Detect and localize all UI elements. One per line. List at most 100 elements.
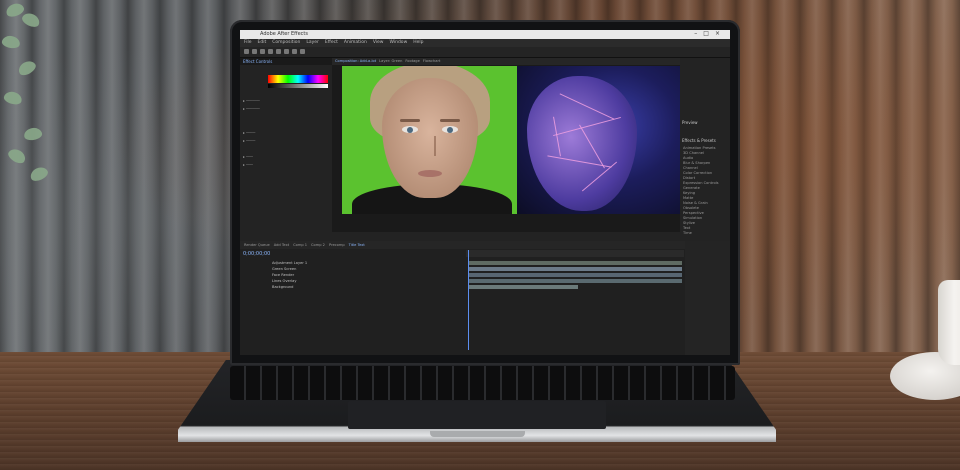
touchpad [348, 401, 606, 429]
playhead[interactable] [468, 250, 469, 350]
paragraph-panel [685, 241, 730, 355]
layer-track-bar[interactable] [468, 273, 682, 277]
leaf [2, 89, 24, 107]
keyboard [230, 366, 735, 400]
effect-category[interactable]: Simulation [683, 216, 702, 220]
selection-tool-icon[interactable] [244, 49, 249, 54]
effect-controls-header[interactable]: Effect Controls [240, 58, 332, 65]
menu-bar: File Edit Composition Layer Effect Anima… [240, 39, 730, 47]
leaf [6, 146, 28, 166]
layer-row[interactable]: Background [240, 285, 465, 290]
timeline-panel: Render Queue Add Text Comp 1 Comp 2 Prec… [240, 241, 730, 355]
window-title: Adobe After Effects [260, 31, 308, 37]
effect-category[interactable]: Animation Presets [683, 146, 716, 150]
menu-item-layer[interactable]: Layer [306, 39, 319, 47]
layer-track-bar[interactable] [468, 285, 578, 289]
effect-category[interactable]: Text [683, 226, 690, 230]
camera-tool-icon[interactable] [276, 49, 281, 54]
window-titlebar: Adobe After Effects –□× [240, 30, 730, 39]
effect-category[interactable]: Expression Controls [683, 181, 719, 185]
effect-category[interactable]: Generate [683, 186, 700, 190]
menu-item-help[interactable]: Help [413, 39, 423, 47]
viewer-tab[interactable]: Flowchart [423, 58, 441, 65]
menu-item-file[interactable]: File [244, 39, 252, 47]
menu-item-composition[interactable]: Composition [272, 39, 300, 47]
leaf [1, 34, 21, 50]
viewer-tab[interactable]: Composition: Add-a-lot [335, 58, 376, 65]
photo-scene: Adobe After Effects –□× File Edit Compos… [0, 0, 960, 470]
effect-category[interactable]: Keying [683, 191, 695, 195]
timeline-tab[interactable]: Comp 1 [293, 241, 307, 249]
param-row[interactable]: ▸ ─── [243, 162, 253, 167]
right-eye [442, 126, 458, 133]
param-row[interactable]: ▸ ──── [243, 138, 255, 143]
param-row[interactable]: ▸ ─── [243, 154, 253, 159]
param-row[interactable]: ▸ ────── [243, 106, 260, 111]
zoom-tool-icon[interactable] [260, 49, 265, 54]
layer-track-bar[interactable] [468, 261, 682, 265]
preview-header[interactable]: Preview [682, 120, 698, 125]
effect-category[interactable]: Audio [683, 156, 693, 160]
viewer-tabs: Composition: Add-a-lot Layer: Green Foot… [332, 58, 680, 65]
hand-tool-icon[interactable] [252, 49, 257, 54]
effect-category[interactable]: Perspective [683, 211, 704, 215]
effect-category[interactable]: Obsolete [683, 206, 699, 210]
left-brow [400, 119, 420, 122]
layer-row[interactable]: Lines Overlay [240, 279, 465, 284]
menu-item-animation[interactable]: Animation [344, 39, 367, 47]
leaf [20, 10, 42, 30]
menu-item-view[interactable]: View [373, 39, 384, 47]
param-row[interactable]: ▸ ──── [243, 130, 255, 135]
effects-presets-panel: Preview Effects & Presets Animation Pres… [680, 58, 730, 241]
hue-slider[interactable] [268, 75, 328, 83]
param-row[interactable]: ▸ ────── [243, 98, 260, 103]
effect-category[interactable]: Channel [683, 166, 698, 170]
menu-item-effect[interactable]: Effect [325, 39, 338, 47]
layer-row[interactable]: Face Render [240, 273, 465, 278]
effect-category[interactable]: Stylize [683, 221, 695, 225]
layer-name: Green Screen [272, 267, 297, 271]
rotate-tool-icon[interactable] [268, 49, 273, 54]
leaf [28, 164, 50, 184]
effect-category[interactable]: Matte [683, 196, 693, 200]
laptop-screen: Adobe After Effects –□× File Edit Compos… [240, 30, 730, 355]
brush-tool-icon[interactable] [300, 49, 305, 54]
neon-render-frame [517, 66, 680, 214]
leaf [23, 126, 43, 142]
laptop-lid: Adobe After Effects –□× File Edit Compos… [230, 20, 740, 365]
menu-item-window[interactable]: Window [390, 39, 408, 47]
layer-name: Face Render [272, 273, 295, 277]
effects-presets-header[interactable]: Effects & Presets [682, 138, 716, 143]
coffee-cup [938, 280, 960, 365]
timeline-tab[interactable]: Add Text [274, 241, 289, 249]
time-ruler[interactable] [466, 250, 684, 257]
effect-category[interactable]: Distort [683, 176, 695, 180]
timeline-tab[interactable]: Render Queue [244, 241, 270, 249]
effect-category[interactable]: Time [683, 231, 692, 235]
window-controls[interactable]: –□× [694, 30, 726, 37]
layer-track-bar[interactable] [468, 267, 682, 271]
text-tool-icon[interactable] [292, 49, 297, 54]
layer-row[interactable]: Green Screen [240, 267, 465, 272]
lips [418, 170, 442, 177]
effect-category[interactable]: Noise & Grain [683, 201, 708, 205]
effect-category[interactable]: Color Correction [683, 171, 712, 175]
timeline-tab[interactable]: Comp 2 [311, 241, 325, 249]
effect-category[interactable]: 3D Channel [683, 151, 704, 155]
luminance-slider[interactable] [268, 84, 328, 88]
layer-row[interactable]: Adjustment Layer 1 [240, 261, 465, 266]
effect-controls-panel: Effect Controls ▸ ────── ▸ ────── ▸ ────… [240, 58, 332, 241]
timeline-tab[interactable]: Precomp [329, 241, 345, 249]
viewer-tab[interactable]: Footage [405, 58, 419, 65]
left-eye [402, 126, 418, 133]
timecode-display[interactable]: 0;00;00;00 [243, 251, 270, 257]
laptop-notch [430, 431, 525, 437]
layer-track-bar[interactable] [468, 279, 682, 283]
effect-category[interactable]: Blur & Sharpen [683, 161, 710, 165]
viewer-tab[interactable]: Layer: Green [379, 58, 402, 65]
composition-viewer: Composition: Add-a-lot Layer: Green Foot… [332, 58, 680, 241]
timeline-tab[interactable]: Title Text [349, 241, 365, 249]
menu-item-edit[interactable]: Edit [258, 39, 267, 47]
pen-tool-icon[interactable] [284, 49, 289, 54]
viewer-footer [332, 232, 680, 241]
